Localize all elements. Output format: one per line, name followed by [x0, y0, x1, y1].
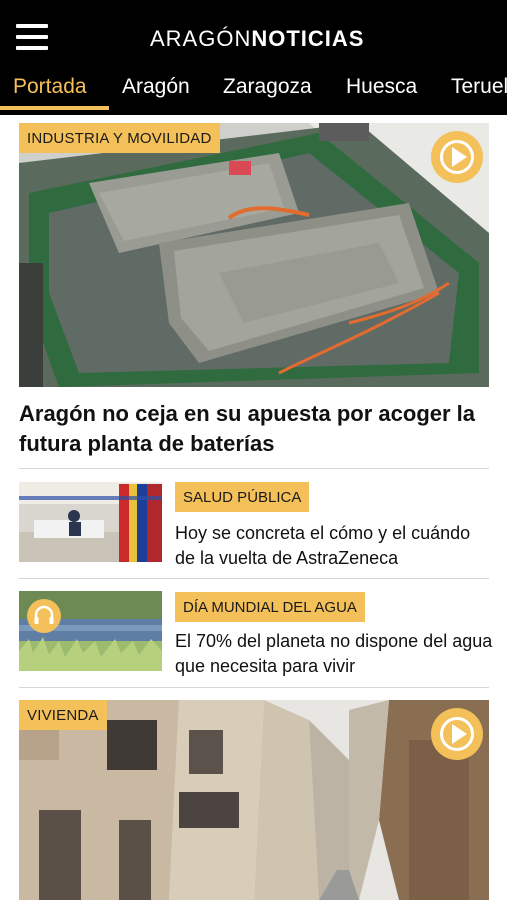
divider — [19, 687, 489, 688]
tab-zaragoza[interactable]: Zaragoza — [223, 75, 312, 99]
hero-category-badge[interactable]: INDUSTRIA Y MOVILIDAD — [19, 123, 220, 153]
tab-portada[interactable]: Portada — [13, 75, 87, 99]
play-icon[interactable] — [431, 708, 483, 760]
app-header: ARAGÓNNOTICIAS Portada Aragón Zaragoza H… — [0, 0, 507, 115]
street-photo — [19, 700, 489, 900]
press-room-photo — [19, 482, 162, 562]
article-category-badge[interactable]: DÍA MUNDIAL DEL AGUA — [175, 592, 365, 622]
divider — [19, 578, 489, 579]
second-hero-image[interactable]: VIVIENDA — [19, 700, 489, 900]
tab-aragon[interactable]: Aragón — [122, 75, 190, 99]
article-title[interactable]: Hoy se concreta el cómo y el cuándo de l… — [175, 521, 495, 571]
hero-headline[interactable]: Aragón no ceja en su apuesta por acoger … — [19, 399, 489, 459]
play-icon[interactable] — [431, 131, 483, 183]
article-category-badge[interactable]: SALUD PÚBLICA — [175, 482, 310, 512]
logo-text-aragon: ARAGÓN — [150, 26, 252, 51]
headphones-icon[interactable] — [27, 599, 61, 633]
second-hero-category-badge[interactable]: VIVIENDA — [19, 700, 107, 730]
tab-teruel[interactable]: Teruel — [451, 75, 507, 99]
tab-huesca[interactable]: Huesca — [346, 75, 417, 99]
menu-icon[interactable] — [16, 22, 50, 52]
article-thumbnail-salud[interactable] — [19, 482, 162, 562]
battery-photo — [19, 123, 489, 387]
section-tabs: Portada Aragón Zaragoza Huesca Teruel — [0, 72, 507, 110]
article-title[interactable]: El 70% del planeta no dispone del agua q… — [175, 629, 495, 679]
hero-image[interactable]: INDUSTRIA Y MOVILIDAD — [19, 123, 489, 387]
article-thumbnail-agua[interactable] — [19, 591, 162, 671]
active-tab-indicator — [0, 106, 109, 110]
app-logo[interactable]: ARAGÓNNOTICIAS — [150, 26, 364, 52]
divider — [19, 468, 489, 469]
logo-text-noticias: NOTICIAS — [251, 26, 365, 51]
